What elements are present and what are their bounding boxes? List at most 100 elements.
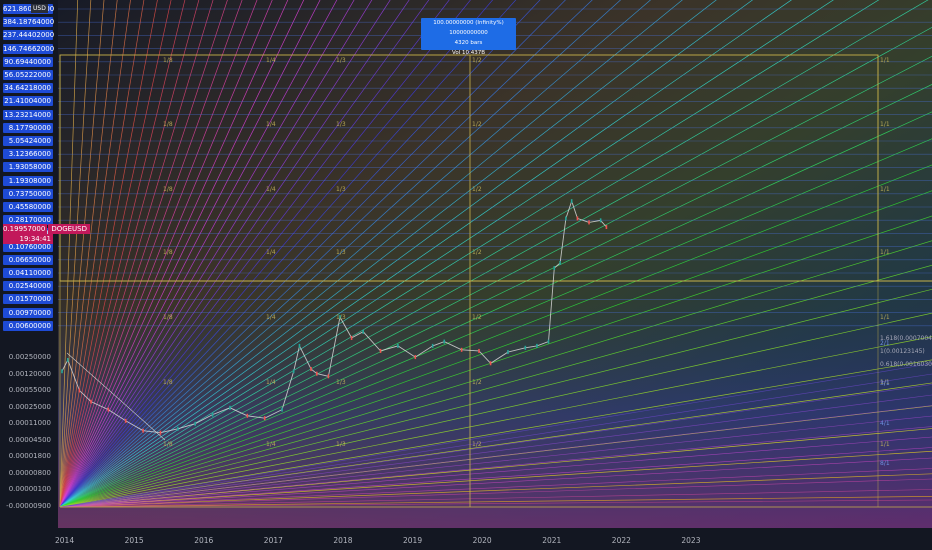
tooltip-line-2: 4320 bars: [454, 40, 483, 46]
y-tick-label: 0.00970000: [3, 307, 53, 318]
price-candle: [66, 358, 69, 363]
x-tick-label: 2018: [333, 536, 353, 545]
fan-label: 1/3: [336, 379, 346, 386]
fan-label: 1/4: [266, 186, 276, 193]
price-candle: [559, 260, 561, 265]
fan-label: 1/2: [472, 441, 482, 448]
price-candle: [547, 339, 550, 344]
price-candle: [298, 343, 301, 348]
fan-label: 8/1: [880, 460, 890, 467]
y-tick-label: 0.04110000: [3, 268, 53, 278]
price-candle: [443, 339, 446, 344]
fan-label: 1/8: [163, 249, 173, 256]
price-candle: [78, 388, 81, 393]
y-tick-label: 384.18764000: [3, 17, 55, 28]
price-candle: [292, 369, 295, 374]
fan-label: 1/2: [472, 249, 482, 256]
price-candle: [310, 367, 312, 372]
fan-label: 1/4: [266, 57, 276, 64]
fan-label: 4/1: [880, 420, 890, 427]
y-tick-label: 0.02540000: [3, 281, 53, 292]
fan-label: 1/2: [472, 379, 482, 386]
y-tick-label: 13.23214000: [3, 109, 53, 120]
price-candle: [90, 399, 92, 404]
price-candle: [570, 199, 573, 204]
fan-label: 1/1: [880, 314, 890, 321]
price-candle: [159, 430, 162, 435]
x-tick-label: 2015: [124, 536, 144, 545]
y-tick-label: -0.00000900: [6, 501, 51, 510]
price-badge: 0.19957000 DOGEUSD 19:34:41: [3, 224, 91, 244]
fan-label: 1/3: [336, 441, 346, 448]
y-tick-label: 0.01570000: [3, 294, 53, 305]
y-tick-label: 34.64218000: [3, 83, 53, 94]
y-tick-label: 0.00011000: [8, 419, 51, 427]
price-candle: [211, 412, 214, 417]
bar-countdown: 19:34:41: [3, 234, 53, 244]
y-tick-label: 21.41004000: [3, 96, 53, 107]
price-candle: [362, 329, 364, 334]
y-tick-label: 0.73750000: [3, 188, 53, 199]
y-tick-label: 3.12366000: [3, 149, 53, 160]
currency-tag: USD: [31, 4, 48, 13]
price-candle: [263, 416, 266, 421]
y-tick-label: 0.45580000: [3, 202, 53, 212]
fan-label: 1/1: [880, 186, 890, 193]
price-candle: [327, 374, 330, 379]
price-candle: [431, 343, 434, 348]
fan-label: 1/2: [472, 314, 482, 321]
y-tick-label: 0.00001800: [8, 452, 51, 460]
price-candle: [414, 355, 417, 360]
y-tick-label: 1.93058000: [3, 162, 53, 173]
fan-label: 1/8: [163, 186, 173, 193]
price-candle: [524, 345, 527, 350]
x-tick-label: 2016: [194, 536, 214, 545]
fan-label: 1/4: [266, 379, 276, 386]
fan-label: 1/8: [163, 121, 173, 128]
y-tick-label: 0.00000100: [8, 485, 51, 493]
y-tick-label: 0.06650000: [3, 254, 53, 265]
price-candle: [281, 407, 283, 412]
fan-label: 1/1: [880, 57, 890, 64]
tooltip-line-1: 100.00000000 (Infinity%) 10000000000: [433, 20, 504, 36]
fan-label: 1/2: [472, 57, 482, 64]
x-tick-label: 2020: [472, 536, 492, 545]
price-candle: [124, 418, 127, 423]
chart-stage[interactable]: 1/8 1/4 1/3 1/2 1/1 1/8 1/4 1/3 1/2 1/1 1/8 1/4 1/3 1…: [0, 0, 932, 550]
y-tick-label: 5.05424000: [3, 136, 53, 146]
fan-label: 1/8: [163, 441, 173, 448]
y-tick-label: 56.05222000: [3, 70, 53, 80]
fan-label: 1/1: [880, 121, 890, 128]
price-candle: [489, 361, 492, 366]
price-candle: [576, 216, 579, 221]
chart-canvas[interactable]: 1/8 1/4 1/3 1/2 1/1 1/8 1/4 1/3 1/2 1/1 1/8 1/4 1/3 1…: [0, 0, 932, 550]
y-tick-label: 0.00025000: [8, 402, 51, 411]
price-candle: [553, 266, 556, 271]
y-tick-label: 237.44402000: [3, 30, 55, 41]
y-tick-label: 8.17790000: [3, 122, 53, 133]
x-tick-label: 2021: [542, 536, 562, 545]
fib-label: 1(0.00123145): [880, 348, 925, 355]
price-candle: [397, 343, 399, 348]
last-price: 0.19957000: [3, 224, 48, 234]
price-candle: [605, 225, 608, 230]
fan-label: 1/3: [336, 249, 346, 256]
fan-label: 1/2: [472, 121, 482, 128]
y-tick-label: 0.00055000: [8, 386, 51, 394]
price-candle: [478, 348, 480, 353]
measure-tooltip: 100.00000000 (Infinity%) 10000000000 432…: [421, 18, 516, 56]
tooltip-line-3: Vol 10.437B: [452, 50, 485, 56]
fan-label: 1/8: [163, 314, 173, 321]
fan-label: 1/4: [266, 249, 276, 256]
fan-label: 1/1: [880, 249, 890, 256]
price-candle: [316, 371, 318, 376]
y-tick-label: 0.00004500: [8, 435, 51, 444]
price-candle: [229, 405, 231, 410]
x-tick-label: 2019: [403, 536, 423, 545]
price-candle: [599, 218, 602, 223]
y-tick-label: 90.69440000: [3, 56, 53, 67]
price-candle: [350, 335, 353, 340]
fan-label: 1/4: [266, 121, 276, 128]
fan-label: 1/3: [336, 57, 346, 64]
fan-label: 1/8: [163, 57, 173, 64]
